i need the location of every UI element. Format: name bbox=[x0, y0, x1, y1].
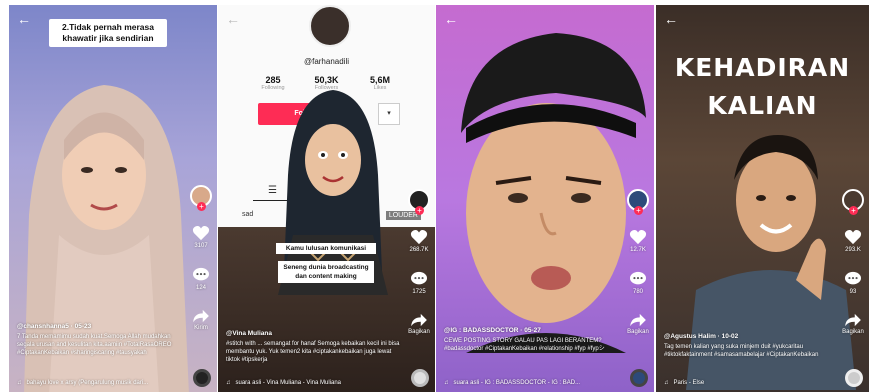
creator-handle[interactable]: @chansnhanna5 · 05-23 bbox=[17, 323, 183, 331]
heart-icon bbox=[844, 229, 862, 245]
profile-avatar[interactable] bbox=[309, 5, 351, 47]
creator-avatar[interactable]: + bbox=[842, 189, 864, 215]
video-text-banner: 2.Tidak pernah merasa khawatir jika send… bbox=[49, 19, 167, 47]
caption-text: #stitch with ... semangat for hanaf Semo… bbox=[226, 341, 400, 363]
comment-button[interactable]: 124 bbox=[192, 267, 210, 291]
back-arrow-icon[interactable]: ← bbox=[226, 11, 240, 27]
like-button[interactable]: 293.K bbox=[844, 229, 862, 253]
action-rail: + 3107 124 Kirim bbox=[189, 185, 213, 331]
video-caption: @IG : BADASSDOCTOR · 05-27 CEWE POSTING … bbox=[444, 327, 620, 353]
video-panel-3[interactable]: ← + 12.7K 780 Bagikan @IG : BADASSDOCTOR… bbox=[436, 5, 654, 392]
back-arrow-icon[interactable]: ← bbox=[664, 11, 678, 27]
creator-handle[interactable]: @IG : BADASSDOCTOR · 05-27 bbox=[444, 327, 620, 335]
caption-text: 7 Tanda memamimu sudah kuat.Semoga Allah… bbox=[17, 334, 172, 356]
share-icon bbox=[411, 313, 427, 327]
video-panel-2[interactable]: ← @farhanadili 285 Following 50,3K Followe… bbox=[218, 5, 435, 392]
comment-icon bbox=[845, 271, 861, 285]
creator-handle[interactable]: @Agustus Halim · 10-02 bbox=[664, 333, 835, 341]
music-title: suara asli - IG : BADASSDOCTOR - IG : BA… bbox=[453, 380, 581, 386]
music-disc-icon[interactable] bbox=[630, 369, 648, 387]
comment-icon bbox=[193, 267, 209, 281]
share-icon bbox=[193, 309, 209, 323]
heart-icon bbox=[410, 229, 428, 245]
video-caption: @chansnhanna5 · 05-23 7 Tanda memamimu s… bbox=[17, 323, 183, 357]
video-caption: @Agustus Halim · 10-02 Tag temen kalian … bbox=[664, 333, 835, 359]
like-button[interactable]: 3107 bbox=[192, 225, 210, 249]
share-button[interactable]: Bagikan bbox=[842, 313, 864, 335]
music-note-icon: ♫ bbox=[226, 380, 231, 386]
music-title: suara asli - Vina Muliana - Vina Muliana bbox=[235, 380, 342, 386]
like-button[interactable]: 12.7K bbox=[629, 229, 647, 253]
comment-icon bbox=[630, 271, 646, 285]
action-rail: + 12.7K 780 Bagikan bbox=[626, 189, 650, 335]
share-button[interactable]: Bagikan bbox=[408, 313, 430, 335]
share-icon bbox=[845, 313, 861, 327]
video-thumb-label-sad[interactable]: sad bbox=[242, 211, 253, 218]
profile-username: @farhanadili bbox=[303, 57, 350, 66]
comment-icon bbox=[411, 271, 427, 285]
share-button[interactable]: Bagikan bbox=[627, 313, 649, 335]
like-button[interactable]: 268.7K bbox=[409, 229, 429, 253]
share-icon bbox=[630, 313, 646, 327]
video-caption: @Vina Muliana #stitch with ... semangat … bbox=[226, 330, 401, 364]
comment-button[interactable]: 780 bbox=[629, 271, 647, 295]
music-disc-icon[interactable] bbox=[193, 369, 211, 387]
music-disc-icon[interactable] bbox=[845, 369, 863, 387]
music-title: Paris - Else bbox=[673, 380, 705, 386]
music-note-icon: ♫ bbox=[17, 380, 22, 386]
overlay-text-2: Seneng dunia broadcasting dan content ma… bbox=[278, 261, 374, 283]
music-info[interactable]: ♫ bahayu love x arsy (Pengarulung musik … bbox=[17, 380, 148, 386]
music-note-icon: ♫ bbox=[444, 380, 449, 386]
comment-button[interactable]: 1725 bbox=[410, 271, 428, 295]
man-with-cap-image bbox=[461, 33, 646, 353]
creator-avatar[interactable]: + bbox=[627, 189, 649, 215]
overlay-text-1: Kamu lulusan komunikasi bbox=[276, 243, 376, 254]
music-disc-icon[interactable] bbox=[411, 369, 429, 387]
back-arrow-icon[interactable]: ← bbox=[17, 11, 31, 27]
action-rail: + 268.7K 1725 Bagikan bbox=[407, 189, 431, 335]
music-title: bahayu love x arsy (Pengarulung musik da… bbox=[26, 380, 149, 386]
creator-handle[interactable]: @Vina Muliana bbox=[226, 330, 401, 338]
heart-icon bbox=[629, 229, 647, 245]
video-panel-1[interactable]: ← 2.Tidak pernah merasa khawatir jika se… bbox=[9, 5, 217, 392]
heart-icon bbox=[192, 225, 210, 241]
music-info[interactable]: ♫ Paris - Else bbox=[664, 380, 704, 386]
caption-text: CEWE POSTING STORY GALAU PAS LAGI BERANT… bbox=[444, 338, 605, 352]
comment-button[interactable]: 93 bbox=[844, 271, 862, 295]
creator-avatar[interactable]: + bbox=[190, 185, 212, 211]
video-title-overlay: KEHADIRAN KALIAN bbox=[674, 53, 851, 120]
music-info[interactable]: ♫ suara asli - Vina Muliana - Vina Mulia… bbox=[226, 380, 341, 386]
action-rail: + 293.K 93 Bagikan bbox=[841, 189, 865, 335]
video-panel-4[interactable]: ← KEHADIRAN KALIAN + 293.K 93 Bagikan @A… bbox=[656, 5, 869, 392]
caption-text: Tag temen kalian yang suka minjem duit #… bbox=[664, 344, 819, 358]
creator-avatar[interactable]: + bbox=[408, 189, 430, 215]
music-info[interactable]: ♫ suara asli - IG : BADASSDOCTOR - IG : … bbox=[444, 380, 580, 386]
music-note-icon: ♫ bbox=[664, 380, 669, 386]
share-button[interactable]: Kirim bbox=[192, 309, 210, 331]
